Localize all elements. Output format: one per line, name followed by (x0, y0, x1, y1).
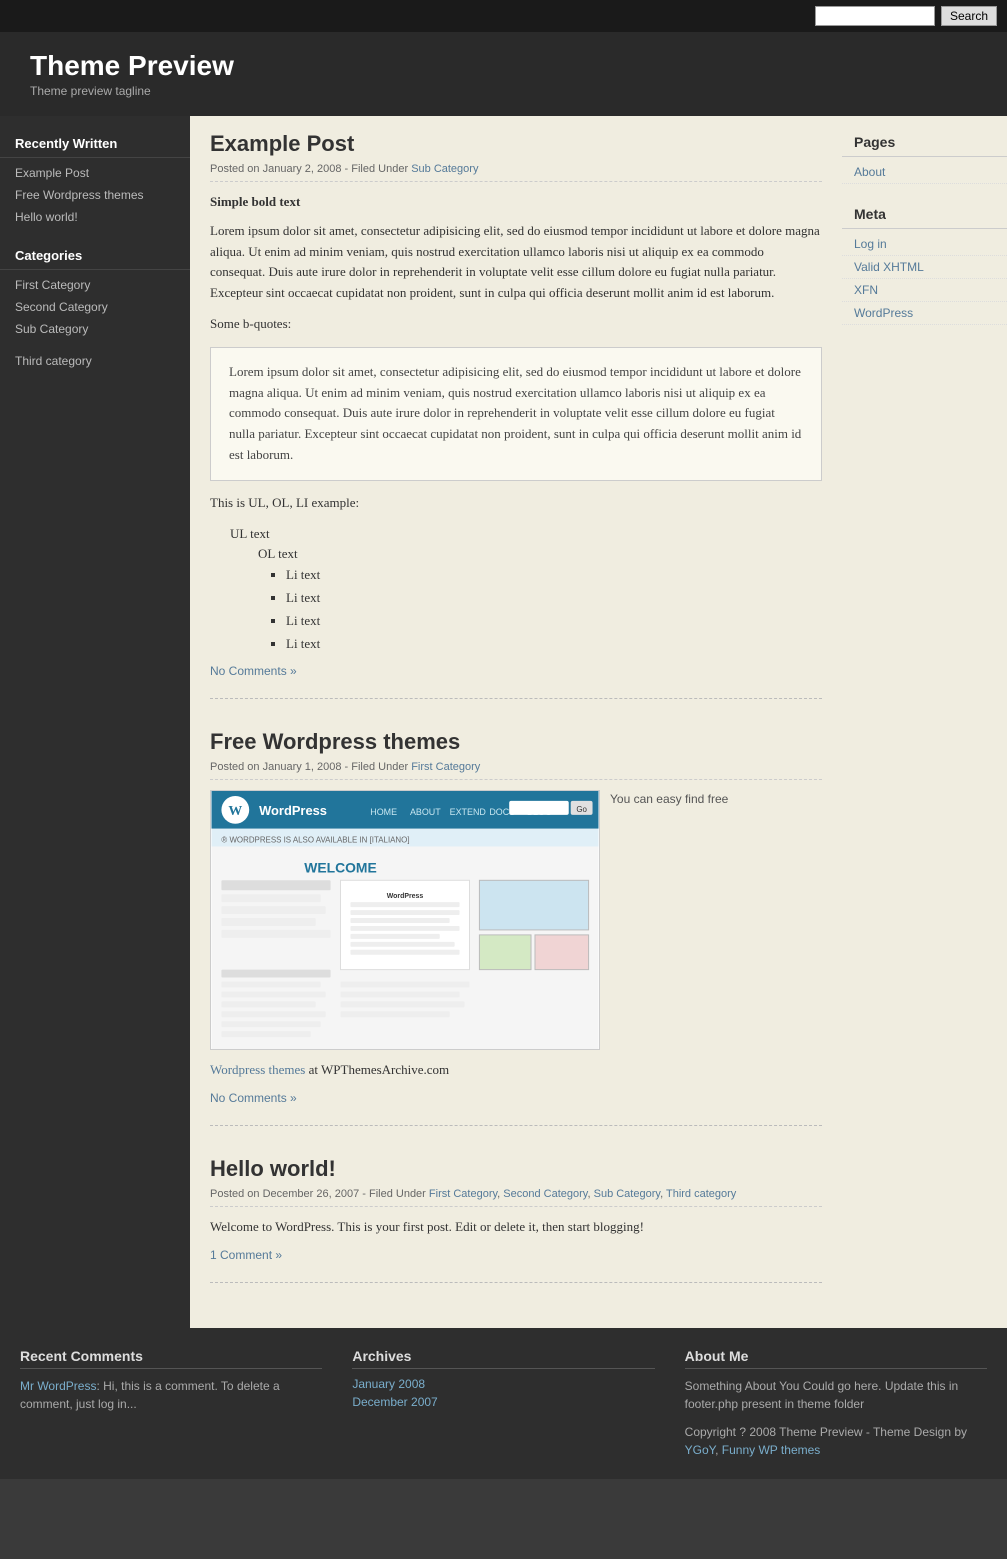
post-cat-second[interactable]: Second Category (503, 1188, 587, 1200)
copyright-text: Copyright ? 2008 Theme Preview - Theme D… (685, 1423, 987, 1459)
site-header: Theme Preview Theme preview tagline (0, 32, 1007, 116)
one-comment-link[interactable]: 1 Comment » (210, 1248, 822, 1262)
ygoy-link[interactable]: YGoY (685, 1443, 715, 1457)
li-list: Li text Li text Li text Li text (258, 565, 822, 654)
recently-written-title: Recently Written (0, 126, 190, 158)
svg-text:W: W (228, 804, 242, 819)
archive-dec-2007[interactable]: December 2007 (352, 1395, 654, 1409)
no-comments-link[interactable]: No Comments » (210, 664, 822, 678)
sidebar-item-free-wp-themes[interactable]: Free Wordpress themes (0, 184, 190, 206)
post-hello-world: Hello world! Posted on December 26, 2007… (210, 1156, 822, 1283)
categories-title: Categories (0, 238, 190, 270)
meta-title: Meta (842, 198, 1007, 229)
footer-recent-comments: Recent Comments Mr WordPress: Hi, this i… (20, 1348, 322, 1413)
ol-list: OL text Li text Li text Li text Li text (230, 544, 822, 654)
post-meta-example: Posted on January 2, 2008 - Filed Under … (210, 163, 822, 182)
wp-screenshot: W WordPress HOME ABOUT EXTEND DOCS BLOG … (210, 790, 600, 1050)
footer-comment: Mr WordPress: Hi, this is a comment. To … (20, 1377, 322, 1413)
post-category-link-wp[interactable]: First Category (411, 761, 480, 773)
main-wrapper: Recently Written Example Post Free Wordp… (0, 116, 1007, 1328)
post-category-link[interactable]: Sub Category (411, 163, 478, 175)
site-title: Theme Preview (30, 50, 977, 82)
pages-title: Pages (842, 126, 1007, 157)
svg-text:Go: Go (576, 805, 587, 814)
svg-text:® WORDPRESS IS ALSO AVAILABLE: ® WORDPRESS IS ALSO AVAILABLE IN [ITALIA… (221, 836, 409, 845)
post-cat-first[interactable]: First Category (429, 1188, 497, 1200)
post-content-hello: Welcome to WordPress. This is your first… (210, 1217, 822, 1238)
svg-text:WordPress: WordPress (387, 894, 424, 901)
no-comments-link-wp[interactable]: No Comments » (210, 1091, 822, 1105)
wp-themes-text: Wordpress themes at WPThemesArchive.com (210, 1060, 822, 1081)
meta-wordpress-link[interactable]: WordPress (842, 302, 1007, 325)
post-wp-themes: Free Wordpress themes Posted on January … (210, 729, 822, 1126)
about-title: About Me (685, 1348, 987, 1369)
post-content-wp-themes: W WordPress HOME ABOUT EXTEND DOCS BLOG … (210, 790, 822, 1081)
list-item: Li text (286, 611, 822, 632)
post-cat-sub[interactable]: Sub Category (594, 1188, 660, 1200)
list-item: Li text (286, 588, 822, 609)
sidebar-item-example-post[interactable]: Example Post (0, 162, 190, 184)
meta-login-link[interactable]: Log in (842, 233, 1007, 256)
blockquote: Lorem ipsum dolor sit amet, consectetur … (210, 347, 822, 481)
sidebar-item-second-category[interactable]: Second Category (0, 296, 190, 318)
left-sidebar: Recently Written Example Post Free Wordp… (0, 116, 190, 1328)
content-area: Example Post Posted on January 2, 2008 -… (190, 116, 842, 1328)
site-tagline: Theme preview tagline (30, 84, 977, 98)
post-example: Example Post Posted on January 2, 2008 -… (210, 131, 822, 699)
post-title-hello: Hello world! (210, 1156, 822, 1182)
search-input[interactable] (815, 6, 935, 26)
sidebar-item-first-category[interactable]: First Category (0, 274, 190, 296)
pages-about-link[interactable]: About (842, 161, 1007, 184)
svg-text:HOME: HOME (370, 807, 397, 817)
bold-text: Simple bold text (210, 192, 822, 213)
sidebar-item-third-category[interactable]: Third category (0, 350, 190, 372)
meta-xhtml-link[interactable]: Valid XHTML (842, 256, 1007, 279)
post-meta-wp-themes: Posted on January 1, 2008 - Filed Under … (210, 761, 822, 780)
sidebar-item-sub-category[interactable]: Sub Category (0, 318, 190, 340)
post-meta-hello: Posted on December 26, 2007 - Filed Unde… (210, 1188, 822, 1207)
wp-image-container: W WordPress HOME ABOUT EXTEND DOCS BLOG … (210, 790, 822, 1050)
archive-jan-2008[interactable]: January 2008 (352, 1377, 654, 1391)
svg-text:ABOUT: ABOUT (410, 807, 441, 817)
ul-list: UL text OL text Li text Li text Li text … (210, 524, 822, 655)
ul-text-item: UL text OL text Li text Li text Li text … (230, 524, 822, 655)
post-title-wp-themes: Free Wordpress themes (210, 729, 822, 755)
about-text: Something About You Could go here. Updat… (685, 1377, 987, 1413)
footer-about: About Me Something About You Could go he… (685, 1348, 987, 1459)
list-item: Li text (286, 565, 822, 586)
top-bar: Search (0, 0, 1007, 32)
svg-text:WordPress: WordPress (259, 803, 327, 818)
svg-text:WELCOME: WELCOME (304, 860, 376, 876)
post-cat-third[interactable]: Third category (666, 1188, 736, 1200)
right-sidebar: Pages About Meta Log in Valid XHTML XFN … (842, 116, 1007, 1328)
list-item: Li text (286, 634, 822, 655)
post-title-example: Example Post (210, 131, 822, 157)
sidebar-item-hello-world[interactable]: Hello world! (0, 206, 190, 228)
post-content-example: Simple bold text Lorem ipsum dolor sit a… (210, 192, 822, 654)
search-button[interactable]: Search (941, 6, 997, 26)
comment-author-link[interactable]: Mr WordPress (20, 1379, 96, 1393)
wp-themes-link[interactable]: Wordpress themes (210, 1062, 305, 1077)
funny-wp-link[interactable]: Funny WP themes (722, 1443, 820, 1457)
ol-text-item: OL text Li text Li text Li text Li text (244, 544, 822, 654)
archives-title: Archives (352, 1348, 654, 1369)
svg-text:EXTEND: EXTEND (450, 807, 487, 817)
recent-comments-title: Recent Comments (20, 1348, 322, 1369)
wp-image-caption: You can easy find free (610, 790, 728, 1050)
footer: Recent Comments Mr WordPress: Hi, this i… (0, 1328, 1007, 1479)
footer-archives: Archives January 2008 December 2007 (352, 1348, 654, 1413)
meta-xfn-link[interactable]: XFN (842, 279, 1007, 302)
